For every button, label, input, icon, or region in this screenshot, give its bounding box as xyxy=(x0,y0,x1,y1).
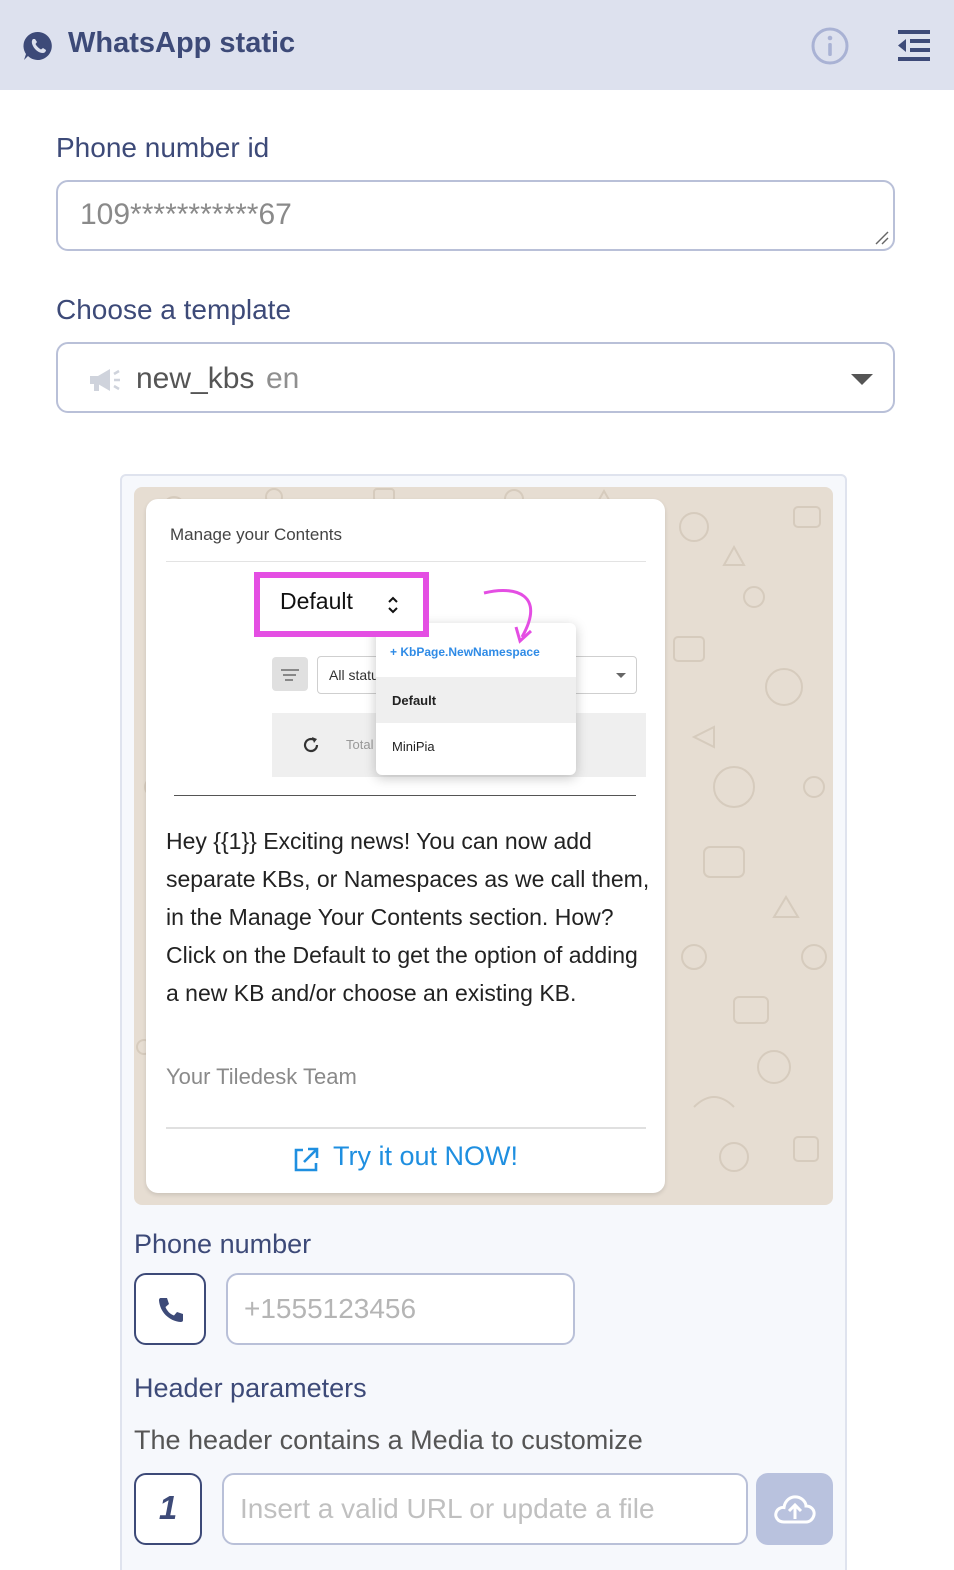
chevron-down-icon xyxy=(616,673,626,678)
chevron-down-icon xyxy=(851,374,873,385)
status-select-value: All statu xyxy=(329,667,379,683)
message-body: Hey {{1}} Exciting news! You can now add… xyxy=(166,828,650,1006)
phone-number-id-field[interactable]: 109***********67 xyxy=(56,180,895,251)
menu-item-minipia: MiniPia xyxy=(392,739,435,754)
refresh-icon xyxy=(303,737,319,753)
phone-number-id-value: 109***********67 xyxy=(80,198,292,231)
open-link-icon xyxy=(294,1147,319,1172)
header-media-image: Manage your Contents All statu Total + K… xyxy=(166,515,646,797)
cloud-upload-icon xyxy=(774,1495,816,1524)
curved-arrow-icon xyxy=(483,589,533,644)
phone-icon xyxy=(159,1298,183,1322)
message-footer: Your Tiledesk Team xyxy=(166,1064,357,1089)
media-url-input[interactable] xyxy=(222,1473,748,1545)
total-label: Total xyxy=(346,737,374,752)
media-title: Manage your Contents xyxy=(170,525,342,544)
menu-item-default: Default xyxy=(376,677,576,723)
new-namespace-item: + KbPage.NewNamespace xyxy=(390,645,540,659)
template-language: en xyxy=(266,362,300,395)
filter-icon xyxy=(272,657,308,691)
namespace-menu: + KbPage.NewNamespace Default MiniPia xyxy=(376,623,576,775)
cta-button-label: Try it out NOW! xyxy=(333,1141,519,1171)
media-bottom-line xyxy=(174,795,636,796)
phone-number-id-label: Phone number id xyxy=(56,132,270,163)
button-divider xyxy=(166,1127,646,1129)
template-label: Choose a template xyxy=(56,294,292,325)
updown-chevron-icon xyxy=(388,596,398,614)
header-parameters-label: Header parameters xyxy=(134,1373,367,1403)
resize-grip-icon[interactable] xyxy=(873,229,889,245)
default-highlight-box: Default xyxy=(254,572,429,637)
media-divider xyxy=(166,561,646,562)
template-name: new_kbs xyxy=(136,362,255,395)
phone-number-input[interactable] xyxy=(226,1273,575,1345)
collapse-menu-icon[interactable] xyxy=(896,27,932,63)
megaphone-icon xyxy=(90,369,120,391)
default-label: Default xyxy=(280,588,353,614)
panel-title: WhatsApp static xyxy=(68,27,296,59)
info-icon[interactable] xyxy=(810,26,850,66)
template-select[interactable]: new_kbs en xyxy=(56,342,895,413)
upload-button[interactable] xyxy=(756,1473,833,1545)
whatsapp-icon xyxy=(23,31,52,60)
phone-number-label: Phone number xyxy=(134,1229,312,1259)
header-parameters-description: The header contains a Media to customize xyxy=(134,1425,643,1455)
panel-header: WhatsApp static xyxy=(0,0,954,90)
phone-button[interactable] xyxy=(134,1273,206,1345)
parameter-index-badge: 1 xyxy=(134,1473,202,1545)
